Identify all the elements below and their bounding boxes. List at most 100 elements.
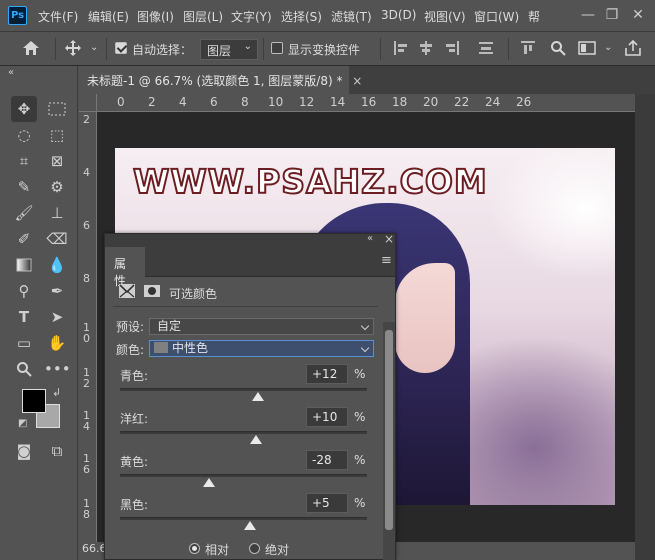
history-brush-tool-button[interactable]: ✐ (11, 226, 37, 252)
type-tool-button[interactable]: T (11, 304, 37, 330)
brush-tool-button[interactable]: 🖌 (11, 200, 37, 226)
align-top-icon[interactable] (520, 40, 536, 56)
eraser-tool-button[interactable]: ⌫ (44, 226, 70, 252)
panel-scrollbar-thumb[interactable] (385, 330, 393, 530)
ruler-tick-label: 6 (210, 95, 218, 109)
menu-file[interactable]: 文件(F) (38, 8, 78, 25)
slider-value-input[interactable]: +5 (306, 493, 348, 513)
pen-tool-button[interactable]: ✒ (44, 278, 70, 304)
show-transform-checkbox[interactable] (271, 42, 283, 54)
slider-track[interactable] (120, 517, 367, 520)
align-left-icon[interactable] (393, 40, 409, 56)
method-relative-radio[interactable] (189, 543, 200, 554)
align-right-icon[interactable] (444, 40, 460, 56)
slider-thumb[interactable] (243, 521, 256, 530)
slider-label: 洋红: (120, 412, 149, 426)
menu-3d[interactable]: 3D(D) (381, 8, 416, 22)
slider-value-input[interactable]: +12 (306, 364, 348, 384)
ruler-tick-label: 4 (83, 166, 90, 179)
slider-track[interactable] (120, 431, 367, 434)
ruler-tick-label: 26 (516, 95, 532, 109)
zoom-level[interactable]: 66.6 (82, 542, 107, 555)
menu-bar: Ps 文件(F) 编辑(E) 图像(I) 图层(L) 文字(Y) 选择(S) 滤… (0, 0, 655, 32)
blur-tool-button[interactable]: 💧 (44, 252, 70, 278)
panel-header[interactable]: « × (105, 232, 395, 247)
colors-dropdown[interactable]: 中性色 (149, 340, 374, 357)
spot-heal-tool-button[interactable]: ⚙ (44, 174, 70, 200)
slider-value-input[interactable]: -28 (306, 450, 348, 470)
options-bar: ⌄ 自动选择： 显示变换控件 ⌄ (0, 32, 655, 66)
menu-image[interactable]: 图像(I) (137, 8, 174, 25)
preset-dropdown[interactable]: 自定 (149, 318, 374, 335)
show-transform-label: 显示变换控件 (288, 43, 361, 57)
collapse-panel-icon[interactable]: « (367, 233, 373, 244)
auto-select-checkbox[interactable] (115, 42, 127, 54)
move-tool-icon[interactable] (64, 39, 82, 57)
home-icon[interactable] (22, 40, 40, 56)
ruler-tick-label: 22 (454, 95, 470, 109)
lasso-tool-button[interactable]: ◌ (11, 122, 37, 148)
slider-track[interactable] (120, 388, 367, 391)
menu-layer[interactable]: 图层(L) (183, 8, 223, 25)
chevron-down-icon[interactable]: ⌄ (604, 42, 612, 53)
chevron-down-icon (360, 343, 370, 353)
restore-button[interactable]: ❐ (601, 4, 623, 26)
close-tab-button[interactable]: × (352, 74, 362, 88)
marquee-tool-button[interactable] (44, 96, 70, 122)
method-absolute-radio[interactable] (249, 543, 260, 554)
menu-filter[interactable]: 滤镜(T) (331, 8, 372, 25)
slider-thumb[interactable] (249, 435, 262, 444)
menu-select[interactable]: 选择(S) (281, 8, 322, 25)
horizontal-ruler[interactable]: 0 2 4 6 8 10 12 14 16 18 20 22 24 26 (97, 94, 635, 112)
close-panel-icon[interactable]: × (384, 232, 394, 246)
slider-thumb[interactable] (202, 478, 215, 487)
ruler-tick-label: 1 0 (83, 321, 90, 345)
panel-menu-icon[interactable]: ≡ (381, 253, 392, 268)
photoshop-logo-icon[interactable]: Ps (8, 6, 27, 25)
eyedropper-tool-button[interactable]: ✎ (11, 174, 37, 200)
dodge-tool-button[interactable]: ⚲ (11, 278, 37, 304)
share-icon[interactable] (624, 39, 642, 57)
menu-view[interactable]: 视图(V) (424, 8, 466, 25)
distribute-icon[interactable] (478, 40, 494, 56)
search-icon[interactable] (550, 40, 566, 56)
default-colors-icon[interactable]: ◩ (18, 418, 27, 429)
swap-colors-icon[interactable]: ↲ (52, 386, 61, 399)
divider (508, 38, 509, 60)
slider-thumb[interactable] (252, 392, 265, 401)
divider (106, 38, 107, 60)
frame-tool-button[interactable]: ⊠ (44, 148, 70, 174)
chevron-down-icon[interactable]: ⌄ (90, 42, 98, 53)
stamp-tool-button[interactable]: ⊥ (44, 200, 70, 226)
quick-mask-button[interactable]: ◙ (11, 438, 37, 464)
minimize-button[interactable]: — (577, 4, 599, 26)
object-select-tool-button[interactable]: ⬚ (44, 122, 70, 148)
gradient-tool-button[interactable] (11, 252, 37, 278)
collapse-toolbar-icon[interactable]: « (8, 67, 14, 78)
auto-select-target-dropdown[interactable]: 图层 ⌄ (200, 39, 258, 60)
close-window-button[interactable]: ✕ (627, 4, 649, 26)
slider-track[interactable] (120, 474, 367, 477)
slider-value-input[interactable]: +10 (306, 407, 348, 427)
document-tab[interactable]: 未标题-1 @ 66.7% (选取颜色 1, 图层蒙版/8) * × (79, 66, 362, 94)
menu-type[interactable]: 文字(Y) (231, 8, 272, 25)
path-select-tool-button[interactable]: ➤ (44, 304, 70, 330)
chevron-down-icon (360, 321, 370, 331)
percent-unit: % (354, 453, 366, 467)
align-center-h-icon[interactable] (418, 40, 434, 56)
hand-tool-button[interactable]: ✋ (44, 330, 70, 356)
workspace-icon[interactable] (578, 41, 596, 55)
screen-mode-button[interactable]: ⧉ (44, 438, 70, 464)
move-tool-button[interactable]: ✥ (11, 96, 37, 122)
menu-window[interactable]: 窗口(W) (474, 8, 519, 25)
shape-tool-button[interactable]: ▭ (11, 330, 37, 356)
menu-help[interactable]: 帮 (528, 8, 540, 25)
more-tools-button[interactable]: ••• (44, 356, 71, 382)
layer-mask-icon[interactable] (143, 283, 161, 299)
crop-tool-button[interactable]: ⌗ (11, 148, 37, 174)
vertical-ruler[interactable]: 2 4 6 8 1 0 1 2 1 4 1 6 1 8 (79, 112, 97, 560)
foreground-color-swatch[interactable] (22, 389, 46, 413)
menu-edit[interactable]: 编辑(E) (88, 8, 129, 25)
tab-properties[interactable]: 属性 (105, 247, 145, 288)
zoom-tool-button[interactable] (11, 356, 37, 382)
